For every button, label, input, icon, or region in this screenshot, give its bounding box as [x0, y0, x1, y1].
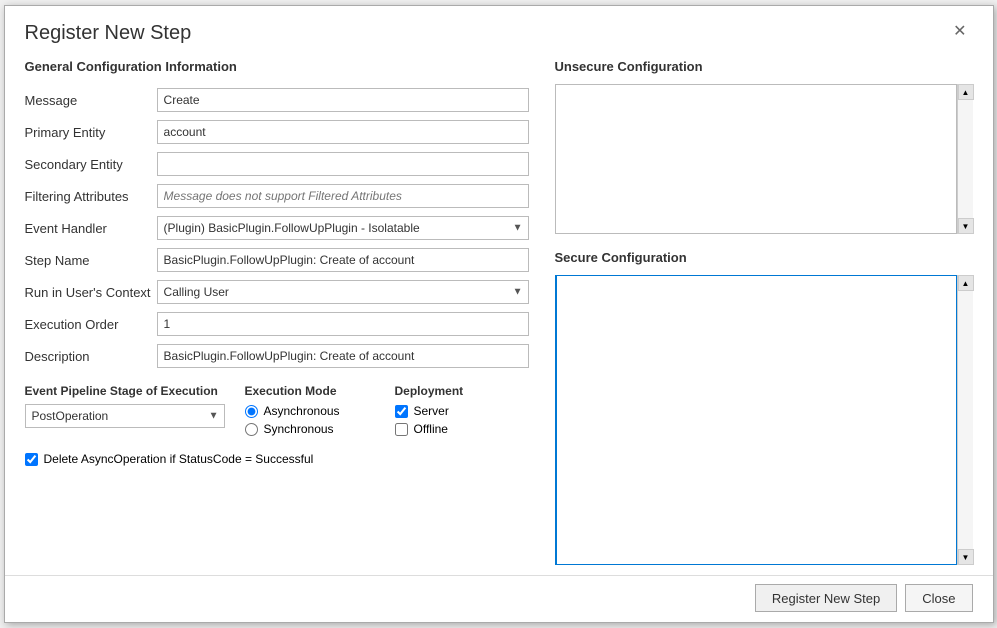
- server-option[interactable]: Server: [395, 404, 495, 418]
- event-handler-row: Event Handler (Plugin) BasicPlugin.Follo…: [25, 212, 535, 244]
- secure-scrollbar: ▲ ▼: [957, 275, 973, 565]
- asynchronous-label: Asynchronous: [264, 404, 340, 418]
- secure-config-textarea[interactable]: [555, 275, 957, 565]
- delete-async-label: Delete AsyncOperation if StatusCode = Su…: [44, 452, 314, 466]
- message-row: Message: [25, 84, 535, 116]
- unsecure-scrollbar: ▲ ▼: [957, 84, 973, 234]
- run-in-context-label: Run in User's Context: [25, 276, 157, 308]
- execution-order-row: Execution Order: [25, 308, 535, 340]
- description-input[interactable]: [157, 344, 529, 368]
- execution-order-label: Execution Order: [25, 308, 157, 340]
- primary-entity-row: Primary Entity: [25, 116, 535, 148]
- secure-scroll-up[interactable]: ▲: [958, 275, 974, 291]
- close-icon[interactable]: ✕: [947, 22, 972, 42]
- offline-option[interactable]: Offline: [395, 422, 495, 436]
- secure-config-area: Secure Configuration ▲ ▼: [555, 244, 973, 565]
- run-in-context-select[interactable]: Calling User: [157, 280, 529, 304]
- left-panel: General Configuration Information Messag…: [25, 53, 535, 565]
- unsecure-config-wrapper: ▲ ▼: [555, 84, 973, 234]
- run-in-context-wrapper: Calling User ▼: [157, 280, 529, 304]
- secure-scroll-down[interactable]: ▼: [958, 549, 974, 565]
- stage-select-wrapper: PostOperation ▼: [25, 404, 225, 428]
- dialog-title: Register New Step: [25, 22, 192, 45]
- secondary-entity-row: Secondary Entity: [25, 148, 535, 180]
- general-config-title: General Configuration Information: [25, 59, 535, 74]
- register-new-step-dialog: Register New Step ✕ General Configuratio…: [4, 5, 994, 623]
- filtering-attributes-label: Filtering Attributes: [25, 180, 157, 212]
- server-label: Server: [414, 404, 449, 418]
- close-button[interactable]: Close: [905, 584, 972, 612]
- execution-order-input[interactable]: [157, 312, 529, 336]
- step-name-input[interactable]: [157, 248, 529, 272]
- title-bar: Register New Step ✕: [5, 6, 993, 53]
- mode-col: Execution Mode Asynchronous Synchronous: [245, 384, 375, 436]
- dialog-footer: Register New Step Close: [5, 575, 993, 622]
- primary-entity-input[interactable]: [157, 120, 529, 144]
- unsecure-scroll-up[interactable]: ▲: [958, 84, 974, 100]
- server-checkbox[interactable]: [395, 405, 408, 418]
- message-label: Message: [25, 84, 157, 116]
- stage-label: Event Pipeline Stage of Execution: [25, 384, 225, 398]
- step-name-label: Step Name: [25, 244, 157, 276]
- unsecure-scroll-down[interactable]: ▼: [958, 218, 974, 234]
- primary-entity-label: Primary Entity: [25, 116, 157, 148]
- deployment-label: Deployment: [395, 384, 495, 398]
- dialog-body: General Configuration Information Messag…: [5, 53, 993, 575]
- description-row: Description: [25, 340, 535, 372]
- secondary-entity-input[interactable]: [157, 152, 529, 176]
- offline-checkbox[interactable]: [395, 423, 408, 436]
- right-panel: Unsecure Configuration ▲ ▼ Secure Config…: [555, 53, 973, 565]
- synchronous-option[interactable]: Synchronous: [245, 422, 375, 436]
- run-in-context-row: Run in User's Context Calling User ▼: [25, 276, 535, 308]
- execution-mode-group: Asynchronous Synchronous: [245, 404, 375, 436]
- synchronous-radio[interactable]: [245, 423, 258, 436]
- synchronous-label: Synchronous: [264, 422, 334, 436]
- event-handler-wrapper: (Plugin) BasicPlugin.FollowUpPlugin - Is…: [157, 216, 529, 240]
- delete-async-row: Delete AsyncOperation if StatusCode = Su…: [25, 452, 535, 466]
- deployment-group: Server Offline: [395, 404, 495, 436]
- unsecure-config-area: Unsecure Configuration ▲ ▼: [555, 53, 973, 234]
- event-handler-select[interactable]: (Plugin) BasicPlugin.FollowUpPlugin - Is…: [157, 216, 529, 240]
- unsecure-config-title: Unsecure Configuration: [555, 59, 973, 74]
- mode-label: Execution Mode: [245, 384, 375, 398]
- secure-config-title: Secure Configuration: [555, 250, 973, 265]
- register-new-step-button[interactable]: Register New Step: [755, 584, 897, 612]
- delete-async-checkbox[interactable]: [25, 453, 38, 466]
- secondary-entity-label: Secondary Entity: [25, 148, 157, 180]
- asynchronous-option[interactable]: Asynchronous: [245, 404, 375, 418]
- description-label: Description: [25, 340, 157, 372]
- filtering-attributes-input[interactable]: [157, 184, 529, 208]
- message-input[interactable]: [157, 88, 529, 112]
- secure-config-wrapper: ▲ ▼: [555, 275, 973, 565]
- stage-col: Event Pipeline Stage of Execution PostOp…: [25, 384, 225, 428]
- stage-select[interactable]: PostOperation: [25, 404, 225, 428]
- step-name-row: Step Name: [25, 244, 535, 276]
- unsecure-config-textarea[interactable]: [555, 84, 957, 234]
- event-handler-label: Event Handler: [25, 212, 157, 244]
- form-table: Message Primary Entity Secondary Entity: [25, 84, 535, 372]
- filtering-attributes-row: Filtering Attributes: [25, 180, 535, 212]
- asynchronous-radio[interactable]: [245, 405, 258, 418]
- offline-label: Offline: [414, 422, 448, 436]
- deployment-col: Deployment Server Offline: [395, 384, 495, 436]
